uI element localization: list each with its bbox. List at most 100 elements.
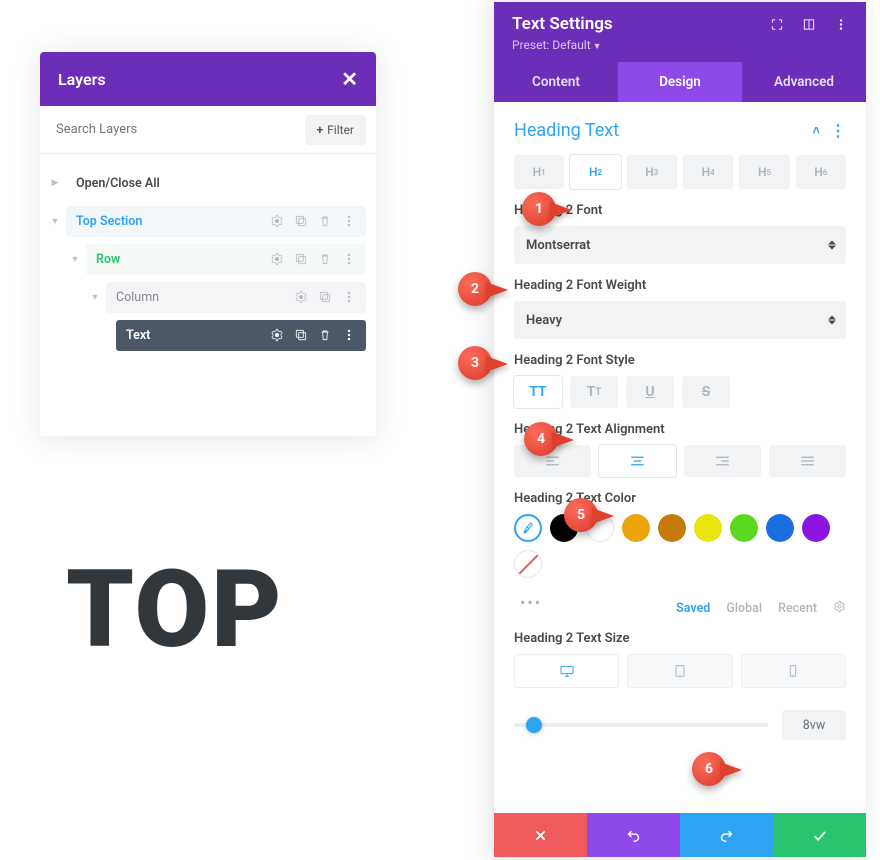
weight-select[interactable]: Heavy [514,301,846,339]
size-slider-row [514,710,846,740]
device-phone-button[interactable] [741,654,846,688]
tab-content[interactable]: Content [494,62,618,102]
tab-design[interactable]: Design [618,62,742,102]
caret-right-icon: ▶ [50,178,60,188]
style-label: Heading 2 Font Style [514,353,846,368]
no-color-swatch[interactable] [514,550,542,578]
layers-panel: Layers ✕ + Filter ▶ Open/Close All ▼ Top… [40,52,376,436]
heading-h5[interactable]: H5 [739,155,789,189]
snap-icon[interactable] [802,17,816,31]
gear-icon[interactable] [294,290,308,304]
settings-title: Text Settings [512,14,770,34]
duplicate-icon[interactable] [294,252,308,266]
caret-down-icon: ▼ [70,254,80,264]
layers-tree: ▶ Open/Close All ▼ Top Section ▼ Row [40,154,376,436]
redo-button[interactable] [680,813,773,857]
confirm-button[interactable] [773,813,866,857]
trash-icon[interactable] [318,214,332,228]
font-style-row: TT TT U S [514,376,846,408]
device-row [514,654,846,688]
search-input[interactable] [50,114,305,145]
align-right-button[interactable] [684,445,761,477]
align-center-button[interactable] [599,445,676,477]
color-swatch[interactable] [694,514,722,542]
annotation-pointer-5: 5 [564,498,618,534]
color-tab-saved[interactable]: Saved [676,601,710,616]
duplicate-icon[interactable] [318,290,332,304]
slider-thumb[interactable] [526,717,542,733]
heading-h2[interactable]: H2 [570,155,620,189]
font-select[interactable]: Montserrat [514,226,846,264]
caret-down-icon: ▼ [593,42,602,52]
close-icon[interactable]: ✕ [341,67,358,91]
color-tab-global[interactable]: Global [726,601,762,616]
heading-h6[interactable]: H6 [796,155,846,189]
size-input[interactable] [782,710,846,740]
color-swatch[interactable] [802,514,830,542]
color-swatch[interactable] [766,514,794,542]
gear-icon[interactable] [270,214,284,228]
align-justify-button[interactable] [769,445,846,477]
open-close-label: Open/Close All [66,168,366,199]
underline-button[interactable]: U [626,376,674,408]
trash-icon[interactable] [318,252,332,266]
undo-button[interactable] [587,813,680,857]
tree-section-row[interactable]: ▼ Top Section [50,204,366,238]
select-arrows-icon [828,316,836,325]
duplicate-icon[interactable] [294,214,308,228]
gear-icon[interactable] [270,328,284,342]
gear-icon[interactable] [270,252,284,266]
filter-button[interactable]: + Filter [305,115,366,145]
caret-down-icon: ▼ [90,292,100,302]
font-value: Montserrat [526,238,591,253]
preset-selector[interactable]: Preset: Default▼ [512,38,848,62]
preview-heading: TOP [66,556,284,664]
annotation-pointer-3: 3 [458,346,512,382]
more-icon[interactable] [342,290,356,304]
heading-h4[interactable]: H4 [683,155,733,189]
chevron-up-icon[interactable]: ˄ [812,123,820,139]
heading-h1[interactable]: H1 [514,155,564,189]
heading-h3[interactable]: H3 [627,155,677,189]
color-tab-recent[interactable]: Recent [778,601,817,616]
section-heading-text[interactable]: Heading Text ˄ ⋮ [514,120,846,141]
cancel-button[interactable] [494,813,587,857]
weight-value: Heavy [526,313,562,328]
color-swatch[interactable] [622,514,650,542]
tree-open-close-row[interactable]: ▶ Open/Close All [50,166,366,200]
section-title: Heading Text [514,120,619,141]
size-slider[interactable] [514,723,768,727]
expand-icon[interactable] [770,17,784,31]
size-label: Heading 2 Text Size [514,631,846,646]
more-icon[interactable] [342,328,356,342]
more-icon[interactable]: ⋮ [830,121,846,140]
color-swatch[interactable] [658,514,686,542]
plus-icon: + [317,123,324,137]
smallcaps-button[interactable]: TT [570,376,618,408]
device-tablet-button[interactable] [627,654,732,688]
strikethrough-button[interactable]: S [682,376,730,408]
tree-text-row[interactable]: Text [50,318,366,352]
more-icon[interactable] [342,252,356,266]
more-icon[interactable] [834,17,848,31]
settings-tabs: Content Design Advanced [494,62,866,102]
tree-column-row[interactable]: ▼ Column [50,280,366,314]
more-icon[interactable] [342,214,356,228]
trash-icon[interactable] [318,328,332,342]
preset-label: Preset: Default [512,38,591,52]
annotation-pointer-1: 1 [522,192,576,228]
device-desktop-button[interactable] [514,654,619,688]
color-swatch[interactable] [730,514,758,542]
tab-advanced[interactable]: Advanced [742,62,866,102]
uppercase-button[interactable]: TT [514,376,562,408]
settings-footer [494,813,866,857]
filter-label: Filter [327,123,354,137]
tree-row-row[interactable]: ▼ Row [50,242,366,276]
layers-title: Layers [58,70,106,89]
color-tabs: Saved Global Recent [542,600,846,617]
more-swatches-button[interactable]: ••• [514,593,542,612]
eyedropper-button[interactable] [514,514,542,542]
duplicate-icon[interactable] [294,328,308,342]
gear-icon[interactable] [833,600,846,617]
annotation-pointer-6: 6 [692,752,746,788]
